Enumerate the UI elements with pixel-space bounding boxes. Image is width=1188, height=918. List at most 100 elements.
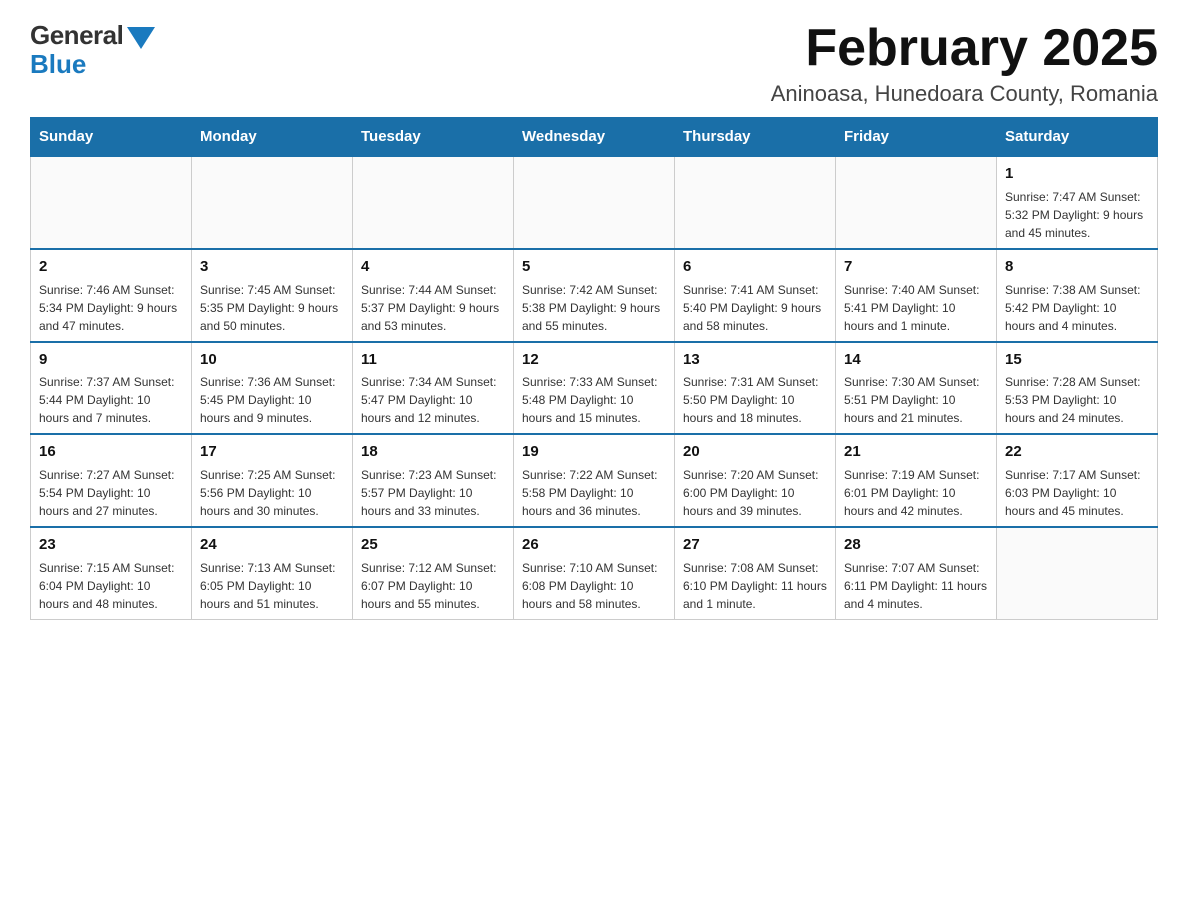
calendar-cell: 14Sunrise: 7:30 AM Sunset: 5:51 PM Dayli… bbox=[836, 342, 997, 435]
calendar-cell: 9Sunrise: 7:37 AM Sunset: 5:44 PM Daylig… bbox=[31, 342, 192, 435]
day-info: Sunrise: 7:30 AM Sunset: 5:51 PM Dayligh… bbox=[844, 373, 988, 427]
calendar-cell: 22 Sunrise: 7:17 AM Sunset: 6:03 PM Dayli… bbox=[997, 434, 1158, 527]
calendar-cell: 25 Sunrise: 7:12 AM Sunset: 6:07 PM Dayli… bbox=[353, 527, 514, 619]
day-info: Sunrise: 7:42 AM Sunset: 5:38 PM Dayligh… bbox=[522, 281, 666, 335]
day-info: Sunrise: 7:31 AM Sunset: 5:50 PM Dayligh… bbox=[683, 373, 827, 427]
calendar-cell bbox=[836, 156, 997, 249]
calendar-day-header: Saturday bbox=[997, 118, 1158, 157]
calendar-day-header: Wednesday bbox=[514, 118, 675, 157]
calendar-day-header: Friday bbox=[836, 118, 997, 157]
calendar-cell: 16 Sunrise: 7:27 AM Sunset: 5:54 PM Dayli… bbox=[31, 434, 192, 527]
logo-top: General bbox=[30, 20, 155, 51]
day-number: 16 bbox=[39, 441, 183, 463]
day-info: Sunrise: 7:17 AM Sunset: 6:03 PM Dayligh… bbox=[1005, 466, 1149, 520]
day-info: Sunrise: 7:23 AM Sunset: 5:57 PM Dayligh… bbox=[361, 466, 505, 520]
calendar-week-row: 9Sunrise: 7:37 AM Sunset: 5:44 PM Daylig… bbox=[31, 342, 1158, 435]
calendar-week-row: 23Sunrise: 7:15 AM Sunset: 6:04 PM Dayli… bbox=[31, 527, 1158, 619]
day-info: Sunrise: 7:25 AM Sunset: 5:56 PM Dayligh… bbox=[200, 466, 344, 520]
day-info: Sunrise: 7:46 AM Sunset: 5:34 PM Dayligh… bbox=[39, 281, 183, 335]
day-info: Sunrise: 7:15 AM Sunset: 6:04 PM Dayligh… bbox=[39, 559, 183, 613]
day-info: Sunrise: 7:12 AM Sunset: 6:07 PM Dayligh… bbox=[361, 559, 505, 613]
day-number: 4 bbox=[361, 256, 505, 278]
calendar-day-header: Sunday bbox=[31, 118, 192, 157]
calendar-cell: 23Sunrise: 7:15 AM Sunset: 6:04 PM Dayli… bbox=[31, 527, 192, 619]
day-number: 9 bbox=[39, 349, 183, 371]
calendar-cell: 21 Sunrise: 7:19 AM Sunset: 6:01 PM Dayli… bbox=[836, 434, 997, 527]
day-number: 2 bbox=[39, 256, 183, 278]
day-number: 24 bbox=[200, 534, 344, 556]
calendar-cell: 24Sunrise: 7:13 AM Sunset: 6:05 PM Dayli… bbox=[192, 527, 353, 619]
page-header: General Blue February 2025 Aninoasa, Hun… bbox=[30, 20, 1158, 107]
calendar-day-header: Monday bbox=[192, 118, 353, 157]
calendar-header-row: SundayMondayTuesdayWednesdayThursdayFrid… bbox=[31, 118, 1158, 157]
day-number: 20 bbox=[683, 441, 827, 463]
day-number: 10 bbox=[200, 349, 344, 371]
calendar-cell bbox=[353, 156, 514, 249]
day-number: 8 bbox=[1005, 256, 1149, 278]
day-number: 17 bbox=[200, 441, 344, 463]
day-info: Sunrise: 7:47 AM Sunset: 5:32 PM Dayligh… bbox=[1005, 188, 1149, 242]
calendar-cell bbox=[192, 156, 353, 249]
day-info: Sunrise: 7:41 AM Sunset: 5:40 PM Dayligh… bbox=[683, 281, 827, 335]
calendar-cell: 10Sunrise: 7:36 AM Sunset: 5:45 PM Dayli… bbox=[192, 342, 353, 435]
day-info: Sunrise: 7:20 AM Sunset: 6:00 PM Dayligh… bbox=[683, 466, 827, 520]
calendar-cell: 11Sunrise: 7:34 AM Sunset: 5:47 PM Dayli… bbox=[353, 342, 514, 435]
calendar-week-row: 2 Sunrise: 7:46 AM Sunset: 5:34 PM Daylig… bbox=[31, 249, 1158, 342]
day-info: Sunrise: 7:45 AM Sunset: 5:35 PM Dayligh… bbox=[200, 281, 344, 335]
calendar-cell: 7 Sunrise: 7:40 AM Sunset: 5:41 PM Daylig… bbox=[836, 249, 997, 342]
day-number: 25 bbox=[361, 534, 505, 556]
calendar-cell: 6 Sunrise: 7:41 AM Sunset: 5:40 PM Daylig… bbox=[675, 249, 836, 342]
calendar-cell: 15Sunrise: 7:28 AM Sunset: 5:53 PM Dayli… bbox=[997, 342, 1158, 435]
calendar-cell: 1Sunrise: 7:47 AM Sunset: 5:32 PM Daylig… bbox=[997, 156, 1158, 249]
day-number: 19 bbox=[522, 441, 666, 463]
day-info: Sunrise: 7:08 AM Sunset: 6:10 PM Dayligh… bbox=[683, 559, 827, 613]
day-info: Sunrise: 7:27 AM Sunset: 5:54 PM Dayligh… bbox=[39, 466, 183, 520]
day-info: Sunrise: 7:38 AM Sunset: 5:42 PM Dayligh… bbox=[1005, 281, 1149, 335]
calendar-cell bbox=[675, 156, 836, 249]
title-section: February 2025 Aninoasa, Hunedoara County… bbox=[771, 20, 1158, 107]
day-number: 7 bbox=[844, 256, 988, 278]
calendar-cell bbox=[997, 527, 1158, 619]
day-number: 6 bbox=[683, 256, 827, 278]
location-subtitle: Aninoasa, Hunedoara County, Romania bbox=[771, 81, 1158, 107]
calendar-cell: 17 Sunrise: 7:25 AM Sunset: 5:56 PM Dayli… bbox=[192, 434, 353, 527]
calendar-cell: 4 Sunrise: 7:44 AM Sunset: 5:37 PM Daylig… bbox=[353, 249, 514, 342]
calendar-cell bbox=[514, 156, 675, 249]
day-info: Sunrise: 7:19 AM Sunset: 6:01 PM Dayligh… bbox=[844, 466, 988, 520]
calendar-week-row: 1Sunrise: 7:47 AM Sunset: 5:32 PM Daylig… bbox=[31, 156, 1158, 249]
calendar-cell: 3 Sunrise: 7:45 AM Sunset: 5:35 PM Daylig… bbox=[192, 249, 353, 342]
calendar-cell: 27Sunrise: 7:08 AM Sunset: 6:10 PM Dayli… bbox=[675, 527, 836, 619]
day-info: Sunrise: 7:28 AM Sunset: 5:53 PM Dayligh… bbox=[1005, 373, 1149, 427]
day-info: Sunrise: 7:07 AM Sunset: 6:11 PM Dayligh… bbox=[844, 559, 988, 613]
day-number: 21 bbox=[844, 441, 988, 463]
logo: General Blue bbox=[30, 20, 155, 80]
day-info: Sunrise: 7:10 AM Sunset: 6:08 PM Dayligh… bbox=[522, 559, 666, 613]
logo-general-text: General bbox=[30, 20, 123, 51]
month-title: February 2025 bbox=[771, 20, 1158, 77]
day-number: 22 bbox=[1005, 441, 1149, 463]
day-info: Sunrise: 7:34 AM Sunset: 5:47 PM Dayligh… bbox=[361, 373, 505, 427]
logo-blue-text: Blue bbox=[30, 49, 86, 80]
logo-triangle-icon bbox=[127, 27, 155, 49]
day-number: 3 bbox=[200, 256, 344, 278]
day-number: 13 bbox=[683, 349, 827, 371]
day-number: 26 bbox=[522, 534, 666, 556]
calendar-cell bbox=[31, 156, 192, 249]
day-info: Sunrise: 7:40 AM Sunset: 5:41 PM Dayligh… bbox=[844, 281, 988, 335]
calendar-week-row: 16 Sunrise: 7:27 AM Sunset: 5:54 PM Dayli… bbox=[31, 434, 1158, 527]
day-info: Sunrise: 7:22 AM Sunset: 5:58 PM Dayligh… bbox=[522, 466, 666, 520]
day-info: Sunrise: 7:33 AM Sunset: 5:48 PM Dayligh… bbox=[522, 373, 666, 427]
calendar-cell: 28 Sunrise: 7:07 AM Sunset: 6:11 PM Dayli… bbox=[836, 527, 997, 619]
day-number: 11 bbox=[361, 349, 505, 371]
calendar-cell: 18 Sunrise: 7:23 AM Sunset: 5:57 PM Dayli… bbox=[353, 434, 514, 527]
calendar-day-header: Thursday bbox=[675, 118, 836, 157]
calendar-cell: 8 Sunrise: 7:38 AM Sunset: 5:42 PM Daylig… bbox=[997, 249, 1158, 342]
calendar-cell: 26 Sunrise: 7:10 AM Sunset: 6:08 PM Dayli… bbox=[514, 527, 675, 619]
day-number: 15 bbox=[1005, 349, 1149, 371]
day-number: 14 bbox=[844, 349, 988, 371]
calendar-cell: 5Sunrise: 7:42 AM Sunset: 5:38 PM Daylig… bbox=[514, 249, 675, 342]
calendar-cell: 19 Sunrise: 7:22 AM Sunset: 5:58 PM Dayli… bbox=[514, 434, 675, 527]
day-info: Sunrise: 7:44 AM Sunset: 5:37 PM Dayligh… bbox=[361, 281, 505, 335]
day-number: 18 bbox=[361, 441, 505, 463]
day-number: 28 bbox=[844, 534, 988, 556]
